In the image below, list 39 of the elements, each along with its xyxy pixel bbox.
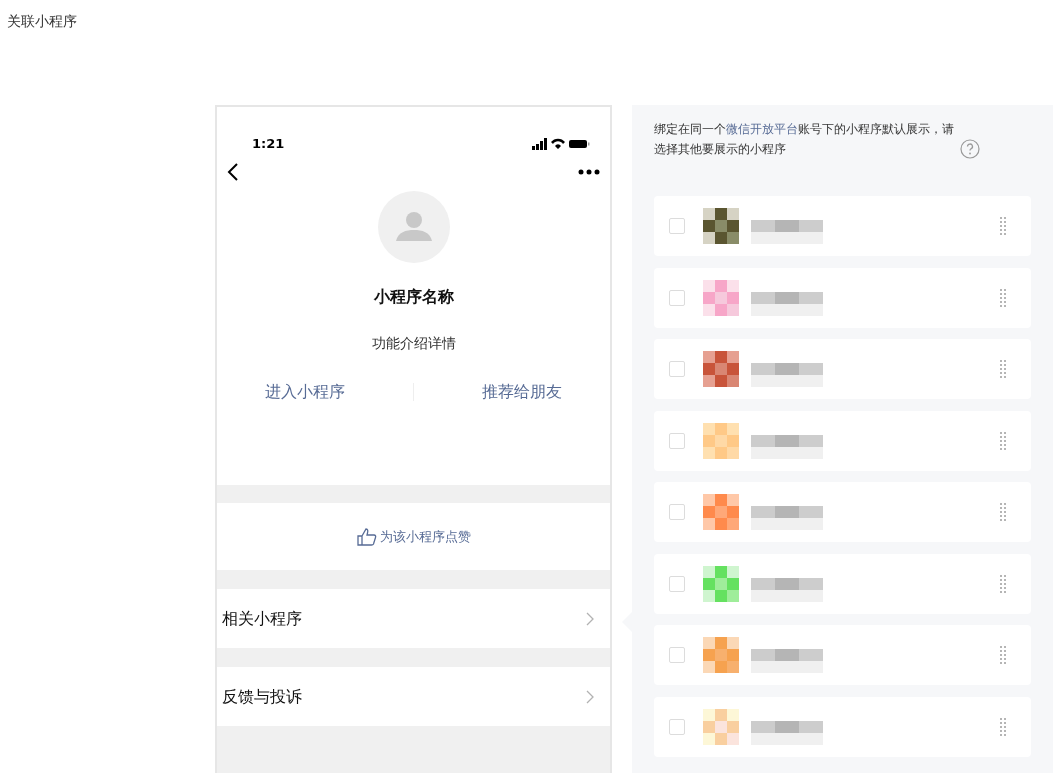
menu-row[interactable]: 反馈与投诉 [217, 667, 610, 726]
drag-handle-icon[interactable] [1000, 431, 1006, 450]
help-icon[interactable] [960, 139, 980, 159]
more-icon[interactable] [578, 169, 600, 175]
chevron-icon [586, 611, 594, 626]
drag-handle-icon[interactable] [1000, 217, 1006, 235]
avatar-icon [377, 191, 450, 263]
menu-row-label: 相关小程序 [222, 607, 302, 630]
drag-handle-icon[interactable] [1000, 717, 1006, 736]
like-button[interactable]: 为该小程序点赞 [356, 526, 471, 547]
checkbox[interactable] [669, 504, 685, 520]
back-icon[interactable] [227, 162, 239, 182]
checkbox[interactable] [669, 647, 685, 663]
app-description: 功能介绍详情 [371, 334, 456, 353]
panel-note: 绑定在同一个微信开放平台账号下的小程序默认展示，请选择其他要展示的小程序 [654, 121, 955, 158]
drag-handle-icon[interactable] [1000, 646, 1006, 664]
mini-program-card[interactable] [654, 339, 1031, 399]
platform-link[interactable]: 微信开放平台 [726, 122, 798, 136]
drag-handle-icon[interactable] [1000, 288, 1006, 307]
checkbox[interactable] [669, 361, 685, 377]
checkbox[interactable] [669, 289, 685, 306]
drag-handle-icon[interactable] [1000, 360, 1006, 378]
menu-row-label: 反馈与投诉 [222, 685, 302, 708]
status-time: 1:21 [252, 135, 285, 154]
checkbox[interactable] [669, 432, 685, 449]
action-link[interactable]: 推荐给朋友 [482, 380, 562, 404]
checkbox[interactable] [669, 718, 685, 735]
page-title: 关联小程序 [7, 12, 77, 31]
mini-program-card[interactable] [654, 196, 1031, 256]
menu-row[interactable]: 相关小程序 [217, 589, 610, 648]
checkbox[interactable] [669, 575, 685, 592]
drag-handle-icon[interactable] [1000, 574, 1006, 593]
drag-handle-icon[interactable] [1000, 503, 1006, 521]
status-icons [532, 138, 590, 150]
thumbs-up-icon [356, 527, 377, 546]
checkbox[interactable] [669, 218, 685, 234]
app-name: 小程序名称 [373, 286, 454, 308]
chevron-icon [586, 689, 594, 704]
action-link[interactable]: 进入小程序 [265, 380, 345, 404]
